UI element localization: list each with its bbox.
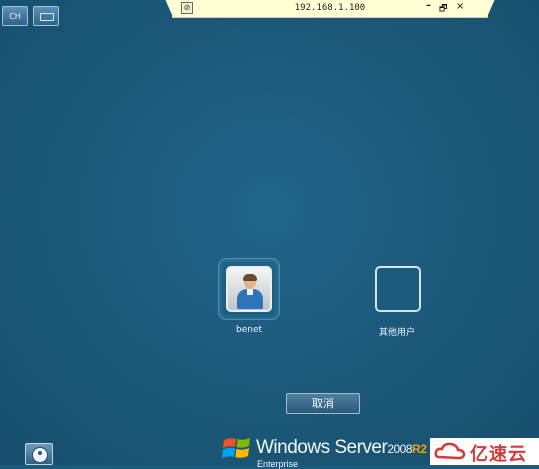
keyboard-button[interactable] [33,6,59,26]
keyboard-icon [40,13,54,21]
connection-bar: ⊘ 192.168.1.100 – 🗗 × [165,0,495,18]
minimize-button[interactable]: – [426,0,431,11]
brand-edition: Enterprise [257,459,299,469]
cloud-logo-icon [434,442,466,460]
watermark: 亿速云 [430,438,539,465]
ease-of-access-button[interactable] [25,443,53,465]
language-button[interactable]: CH [2,6,28,26]
ease-icon-dot [38,451,42,455]
avatar-collar [247,289,253,295]
user-tile-benet[interactable] [226,266,272,312]
login-background [0,0,539,465]
user-tile-other[interactable] [375,266,421,312]
user-name-benet[interactable]: benet [199,325,299,335]
close-button[interactable]: × [456,1,464,12]
windows-logo-icon [222,438,250,458]
watermark-text: 亿速云 [470,444,527,465]
brand-version: 2008 [387,442,413,456]
cancel-button[interactable]: 取消 [286,393,360,414]
ease-of-access-icon [32,447,48,463]
avatar-hair [243,274,257,281]
windows-server-brand: Windows Server2008R2 [256,437,427,459]
restore-button[interactable]: 🗗 [439,1,447,17]
user-name-other[interactable]: 其他用户 [347,325,447,338]
brand-product: Windows Server [256,437,388,458]
brand-release: R2 [412,442,427,456]
